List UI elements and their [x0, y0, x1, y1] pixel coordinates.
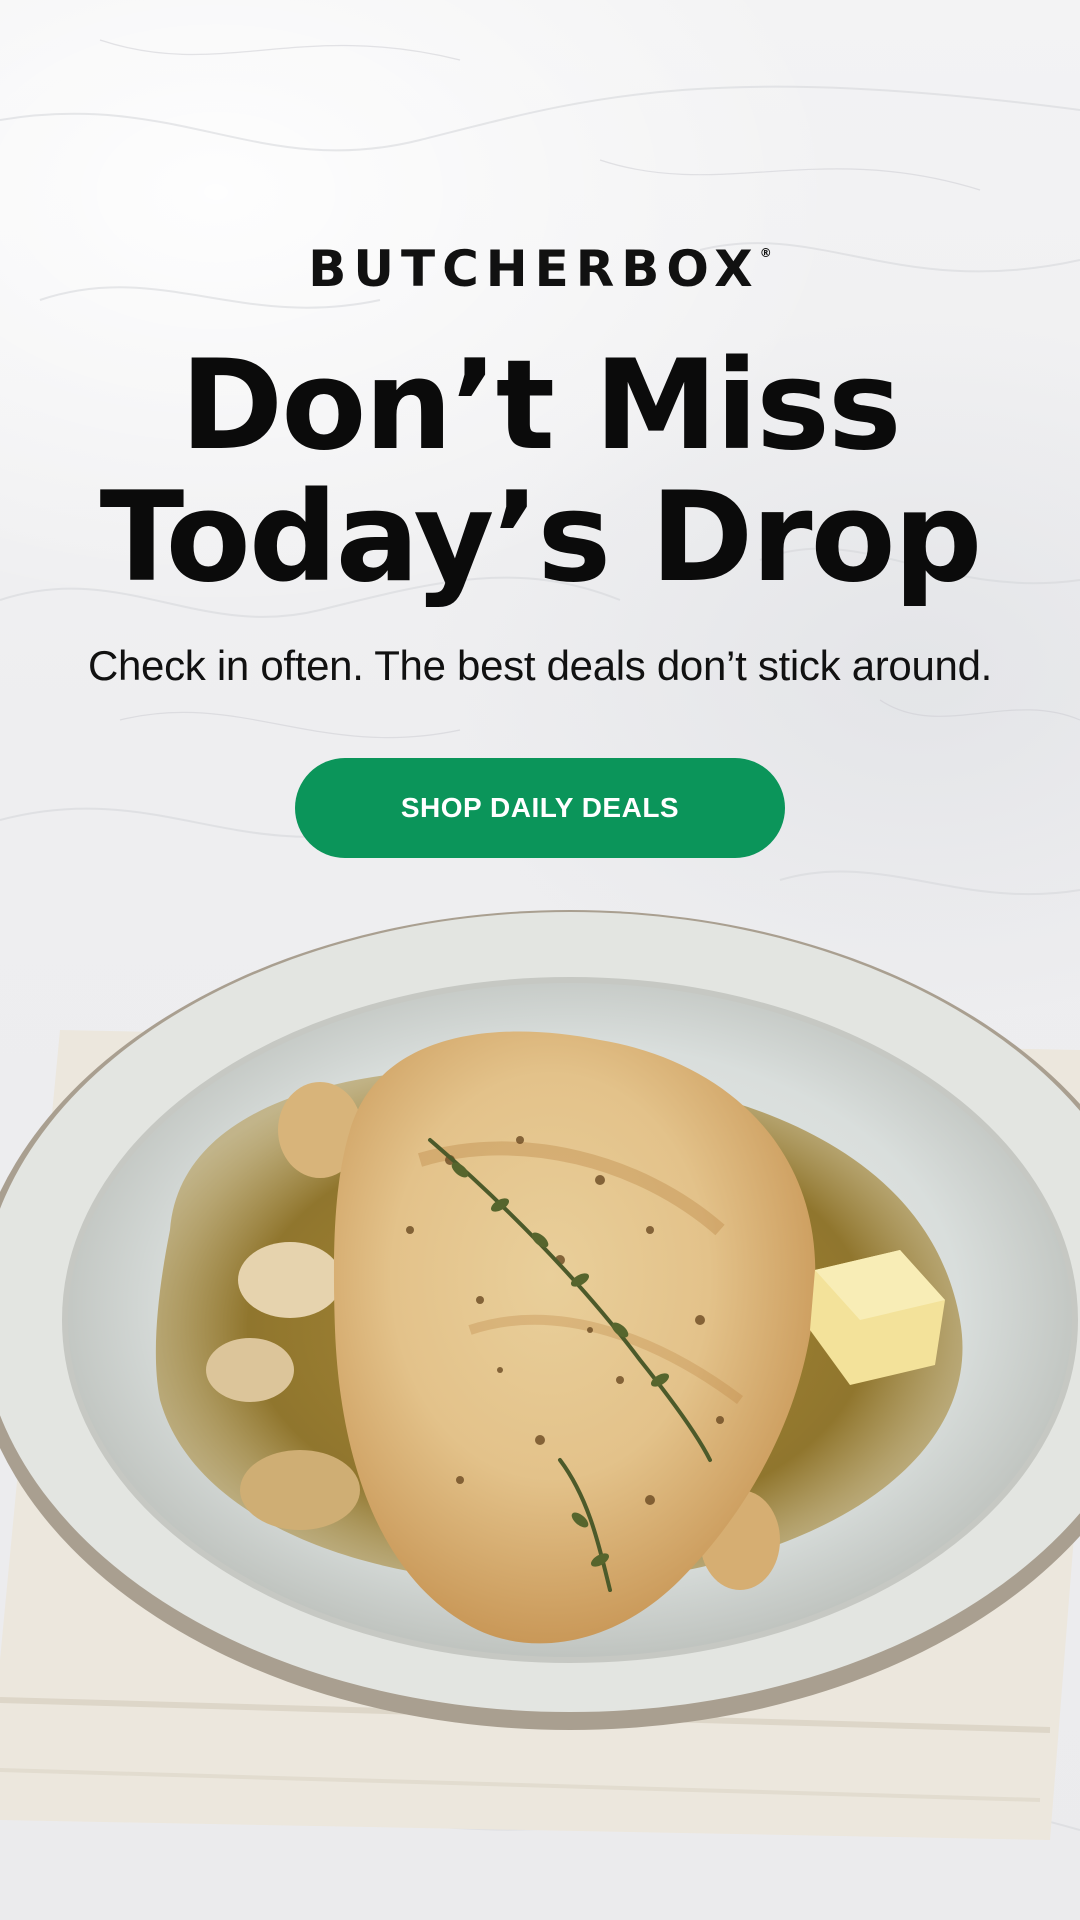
headline: Don’t Miss Today’s Drop [0, 340, 1080, 604]
headline-line-1: Don’t Miss [180, 334, 901, 478]
shop-daily-deals-button[interactable]: SHOP DAILY DEALS [295, 758, 785, 858]
registered-mark: ® [759, 246, 772, 260]
subheadline: Check in often. The best deals don’t sti… [87, 642, 993, 689]
brand-logo: BUTCHERBOX® [0, 240, 1080, 298]
brand-name: BUTCHERBOX [308, 240, 760, 298]
headline-line-2: Today’s Drop [99, 466, 983, 610]
plate-chicken-icon [0, 910, 1080, 1840]
